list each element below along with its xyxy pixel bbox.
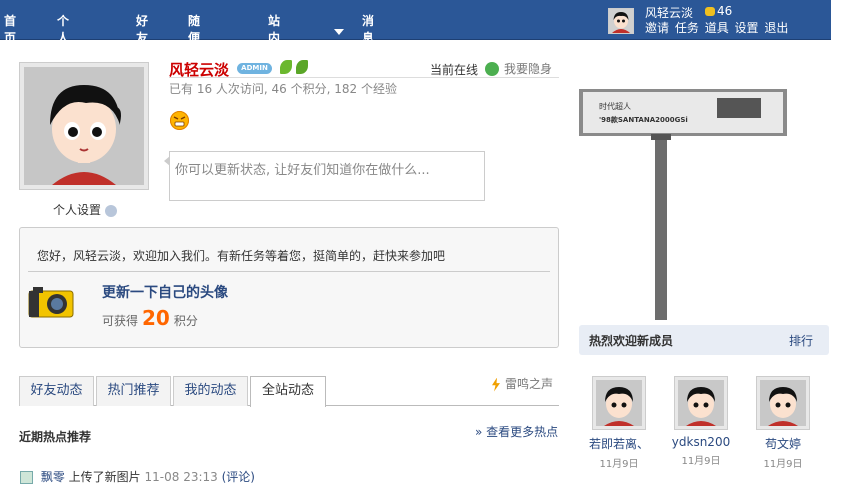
reward-points: 20 — [142, 306, 170, 330]
props-link[interactable]: 道具 — [705, 21, 729, 35]
tab-site-feed[interactable]: 全站动态 — [250, 376, 326, 407]
member-card[interactable]: 若即若离、 11月9日 — [584, 376, 654, 470]
user-avatar[interactable] — [608, 8, 634, 34]
profile-avatar[interactable] — [19, 62, 149, 190]
reward-prefix: 可获得 — [102, 314, 139, 328]
lightning-icon — [492, 377, 500, 392]
coin-count: 46 — [717, 4, 733, 18]
new-members-title: 热烈欢迎新成员 — [589, 334, 674, 348]
new-members-header: 热烈欢迎新成员 排行 — [579, 325, 829, 355]
member-card[interactable]: ydksn200 11月9日 — [666, 376, 736, 467]
billboard-ad-image[interactable]: 时代超人 '98款SANTANA2000GSi — [579, 62, 787, 320]
feed-tabs: 好友动态 热门推荐 我的动态 全站动态 — [19, 376, 559, 407]
notice-label: 雷鸣之声 — [505, 377, 554, 391]
reward-suffix: 积分 — [173, 314, 198, 328]
chevron-down-icon[interactable] — [334, 29, 344, 35]
member-avatar[interactable] — [756, 376, 810, 430]
tab-friends-feed[interactable]: 好友动态 — [19, 376, 94, 406]
member-name[interactable]: ydksn200 — [666, 435, 736, 449]
more-hot-link[interactable]: » 查看更多热点 — [475, 423, 558, 440]
notice-link[interactable]: 雷鸣之声 — [491, 375, 553, 392]
member-avatar[interactable] — [674, 376, 728, 430]
tab-my-feed[interactable]: 我的动态 — [173, 376, 248, 406]
member-date: 11月9日 — [763, 459, 803, 470]
feed-time: 11-08 23:13 — [144, 470, 218, 484]
admin-badge: ADMIN — [237, 63, 272, 74]
divider — [28, 271, 550, 272]
nav-item-friends[interactable]: 好友 — [136, 12, 148, 46]
profile-stats: 已有 16 人次访问, 46 个积分, 182 个经验 — [169, 82, 397, 96]
camera-icon — [28, 285, 74, 318]
feed-action: 上传了新图片 — [68, 470, 141, 484]
member-date: 11月9日 — [599, 459, 639, 470]
nav-item-messages[interactable]: 消息 — [362, 12, 374, 46]
member-date: 11月9日 — [681, 456, 721, 467]
task-welcome-text: 您好，风轻云淡，欢迎加入我们。有新任务等着您，挺简单的，赶快来参加吧 — [37, 249, 446, 263]
profile-settings-menu[interactable]: 个人设置 — [53, 201, 118, 218]
status-placeholder: 你可以更新状态, 让好友们知道你在做什么... — [175, 163, 430, 178]
tasks-link[interactable]: 任务 — [675, 21, 699, 35]
image-icon — [20, 471, 33, 484]
task-reward: 可获得 20 积分 — [102, 306, 198, 330]
member-card[interactable]: 苟文婷 11月9日 — [748, 376, 818, 470]
clover-icon — [485, 62, 499, 76]
profile-settings-label: 个人设置 — [53, 203, 102, 217]
mood-emoticon-icon[interactable] — [170, 111, 189, 130]
tab-hot-recommend[interactable]: 热门推荐 — [96, 376, 171, 406]
feed-user-link[interactable]: 飘零 — [41, 470, 65, 484]
hot-section-title: 近期热点推荐 — [19, 430, 92, 444]
top-nav-bar: 首页 个人主页 好友 随便看看 站内导航 消息 风轻云淡 46 邀请 任务 道具… — [0, 0, 831, 79]
go-invisible-link[interactable]: 我要隐身 — [504, 60, 552, 77]
status-input[interactable]: 你可以更新状态, 让好友们知道你在做什么... — [164, 151, 485, 201]
pointer-arrow — [164, 156, 170, 166]
nav-item-home[interactable]: 首页 — [4, 12, 16, 46]
feed-item: 飘零 上传了新图片 11-08 23:13 (评论) — [20, 468, 255, 485]
member-avatar[interactable] — [592, 376, 646, 430]
leaf-icon — [296, 60, 308, 74]
task-title-link[interactable]: 更新一下自己的头像 — [102, 282, 228, 302]
logout-link[interactable]: 退出 — [764, 21, 788, 35]
leaf-icon — [280, 60, 292, 74]
member-name[interactable]: 若即若离、 — [584, 435, 654, 452]
feed-comment-link[interactable]: (评论) — [222, 470, 255, 484]
invite-link[interactable]: 邀请 — [645, 21, 669, 35]
billboard-line1: 时代超人 — [599, 101, 631, 111]
ranking-link[interactable]: 排行 — [789, 332, 813, 349]
billboard-line2: '98款SANTANA2000GSi — [599, 115, 688, 124]
settings-link[interactable]: 设置 — [735, 21, 759, 35]
user-links: 邀请 任务 道具 设置 退出 — [645, 19, 790, 36]
divider — [169, 77, 559, 78]
online-status: 当前在线 — [430, 63, 479, 77]
member-name[interactable]: 苟文婷 — [748, 435, 818, 452]
chevron-down-icon — [105, 204, 118, 217]
task-panel: 您好，风轻云淡，欢迎加入我们。有新任务等着您，挺简单的，赶快来参加吧 更新一下自… — [19, 227, 559, 348]
coin-icon — [705, 7, 715, 16]
